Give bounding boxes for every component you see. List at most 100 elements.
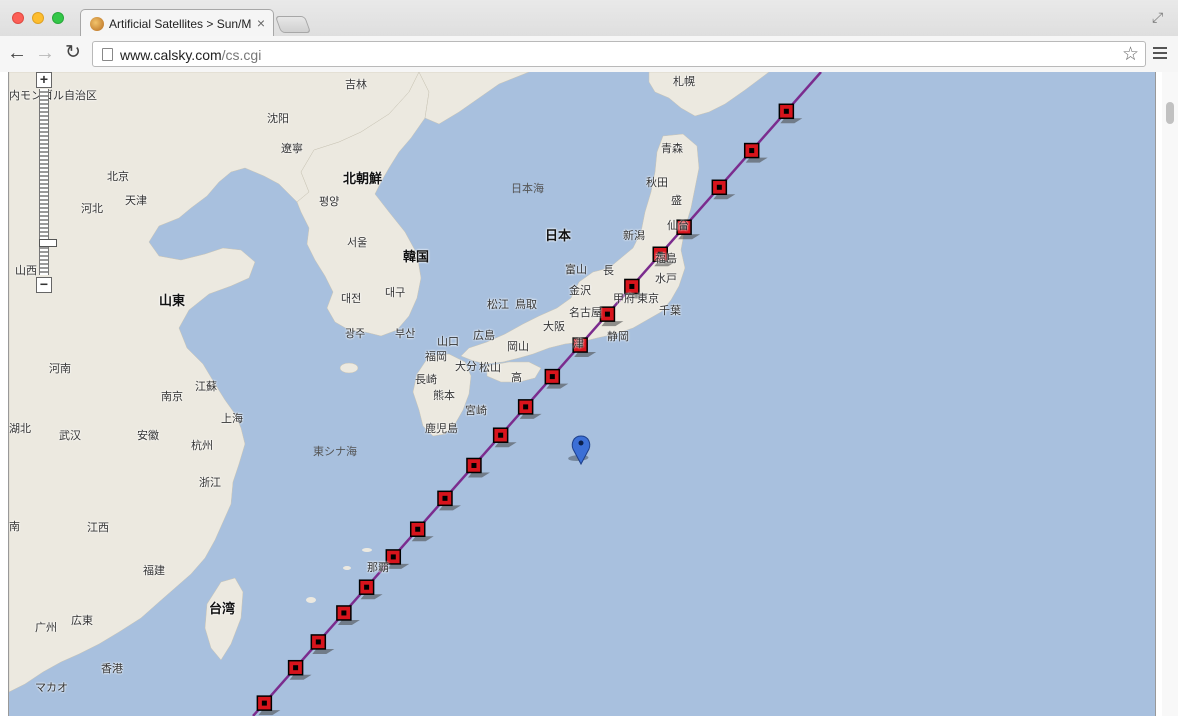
label-aomori: 青森 bbox=[661, 143, 683, 155]
label-tsu: 津 bbox=[573, 338, 584, 350]
close-window-button[interactable] bbox=[12, 12, 24, 24]
new-tab-button[interactable] bbox=[274, 16, 312, 33]
label-south-korea: 韓国 bbox=[403, 249, 430, 264]
satellite-position-marker[interactable] bbox=[492, 427, 517, 448]
label-oita: 大分 bbox=[455, 361, 477, 373]
land-taiwan bbox=[204, 577, 244, 661]
label-tottori: 鳥取 bbox=[515, 299, 537, 311]
browser-tab[interactable]: Artificial Satellites > Sun/Moon × bbox=[80, 9, 274, 36]
bookmark-star-icon[interactable]: ☆ bbox=[1122, 43, 1139, 66]
forward-arrow-icon[interactable]: → bbox=[34, 42, 56, 64]
label-nanjing: 南京 bbox=[161, 391, 183, 403]
reload-icon[interactable]: ↻ bbox=[62, 42, 84, 64]
label-nagasaki: 長崎 bbox=[415, 374, 437, 386]
label-shanghai: 上海 bbox=[221, 413, 243, 425]
satellite-position-marker[interactable] bbox=[544, 368, 569, 389]
satellite-position-marker[interactable] bbox=[336, 605, 360, 625]
satellite-position-marker[interactable] bbox=[517, 399, 542, 419]
label-hiroshima: 広島 bbox=[473, 330, 495, 342]
label-jiangxi: 江西 bbox=[87, 522, 109, 534]
label-nagoya: 名古屋 bbox=[569, 307, 602, 319]
label-shizuoka: 静岡 bbox=[607, 331, 629, 343]
label-osaka: 大阪 bbox=[543, 321, 565, 333]
label-hangzhou: 杭州 bbox=[191, 440, 213, 452]
label-east-china-sea: 東シナ海 bbox=[313, 446, 357, 458]
satellite-position-marker[interactable] bbox=[385, 549, 410, 569]
land-island-3 bbox=[362, 548, 372, 552]
satellite-position-marker[interactable] bbox=[409, 521, 434, 542]
land-island-2 bbox=[343, 566, 351, 570]
label-seoul: 서울 bbox=[347, 237, 368, 249]
page-content: 内モンゴル自治区 吉林 札幌 沈阳 遼寧 青森 秋田 北京 北朝鮮 日本海 天津… bbox=[0, 72, 1178, 716]
label-nagano: 長 bbox=[603, 265, 614, 277]
vertical-scrollbar[interactable] bbox=[1162, 72, 1178, 716]
satellite-position-marker[interactable] bbox=[287, 659, 312, 680]
label-shenyang: 沈阳 bbox=[267, 113, 289, 125]
zoom-in-button[interactable]: + bbox=[36, 72, 52, 88]
label-yamaguchi: 山口 bbox=[437, 336, 459, 348]
land-hokkaido bbox=[648, 72, 770, 117]
label-zhejiang: 浙江 bbox=[199, 477, 221, 489]
label-fujian: 福建 bbox=[143, 565, 165, 577]
satellite-position-marker[interactable] bbox=[711, 179, 736, 200]
label-matsuyama: 松山 bbox=[479, 362, 501, 374]
label-kofu: 甲府 bbox=[613, 293, 635, 305]
satellite-position-marker[interactable] bbox=[310, 634, 335, 654]
label-shanxi: 山西 bbox=[15, 265, 37, 277]
label-chiba: 千葉 bbox=[659, 305, 681, 317]
land-jeju bbox=[339, 362, 359, 374]
label-hebei: 河北 bbox=[81, 203, 103, 215]
fullscreen-icon[interactable]: ⤢ bbox=[1152, 9, 1168, 25]
label-hong-kong: 香港 bbox=[101, 663, 123, 675]
label-wuhan: 武汉 bbox=[59, 430, 81, 442]
satellite-position-marker[interactable] bbox=[743, 142, 768, 163]
label-fukushima: 福島 bbox=[655, 253, 677, 265]
label-matsue: 松江 bbox=[487, 299, 509, 311]
tab-close-icon[interactable]: × bbox=[257, 15, 265, 31]
zoom-slider-thumb[interactable] bbox=[39, 239, 57, 247]
satellite-position-marker[interactable] bbox=[437, 490, 461, 511]
label-niigata: 新潟 bbox=[623, 230, 645, 242]
label-sea-of-japan: 日本海 bbox=[511, 183, 544, 195]
label-toyama: 富山 bbox=[565, 264, 587, 276]
page-icon bbox=[102, 48, 113, 61]
satellite-position-marker[interactable] bbox=[358, 579, 383, 600]
satellite-position-marker[interactable] bbox=[256, 695, 281, 716]
browser-chrome: Artificial Satellites > Sun/Moon × ⤢ ← →… bbox=[0, 0, 1178, 72]
back-arrow-icon[interactable]: ← bbox=[6, 42, 28, 64]
land-russia bbox=[418, 72, 530, 125]
label-macau: マカオ bbox=[35, 682, 68, 694]
label-daejeon: 대전 bbox=[341, 293, 362, 305]
label-hunan: 南 bbox=[9, 521, 20, 533]
map-pin-icon[interactable] bbox=[567, 435, 591, 466]
satellite-position-marker[interactable] bbox=[466, 457, 490, 478]
label-kumamoto: 熊本 bbox=[433, 390, 455, 402]
label-fukuoka: 福岡 bbox=[425, 351, 447, 363]
hamburger-menu-icon[interactable] bbox=[1152, 45, 1168, 61]
map-view[interactable]: 内モンゴル自治区 吉林 札幌 沈阳 遼寧 青森 秋田 北京 北朝鮮 日本海 天津… bbox=[8, 72, 1156, 716]
label-kagoshima: 鹿児島 bbox=[425, 423, 458, 435]
label-north-korea: 北朝鮮 bbox=[343, 171, 383, 186]
url-text[interactable]: www.calsky.com/cs.cgi bbox=[120, 47, 261, 63]
satellite-position-marker[interactable] bbox=[778, 103, 803, 124]
label-taiwan: 台湾 bbox=[209, 601, 236, 616]
label-morioka: 盛 bbox=[671, 195, 682, 207]
zoom-window-button[interactable] bbox=[52, 12, 64, 24]
label-beijing: 北京 bbox=[107, 171, 129, 183]
minimize-window-button[interactable] bbox=[32, 12, 44, 24]
zoom-out-button[interactable]: − bbox=[36, 277, 52, 293]
land-island-1 bbox=[306, 597, 316, 603]
label-guangdong: 広東 bbox=[71, 615, 93, 627]
label-miyazaki: 宮崎 bbox=[465, 405, 487, 417]
label-anhui: 安徽 bbox=[137, 430, 159, 442]
label-tianjin: 天津 bbox=[125, 195, 147, 207]
label-jiangsu: 江蘇 bbox=[195, 381, 217, 393]
label-busan: 부산 bbox=[395, 328, 416, 340]
scrollbar-thumb[interactable] bbox=[1166, 102, 1174, 124]
label-tokyo: 東京 bbox=[637, 293, 659, 305]
label-japan: 日本 bbox=[545, 228, 572, 243]
label-akita: 秋田 bbox=[646, 177, 668, 189]
label-kanazawa: 金沢 bbox=[569, 285, 591, 297]
zoom-slider-track[interactable] bbox=[39, 89, 57, 275]
address-bar[interactable]: www.calsky.com/cs.cgi ☆ bbox=[92, 41, 1146, 67]
